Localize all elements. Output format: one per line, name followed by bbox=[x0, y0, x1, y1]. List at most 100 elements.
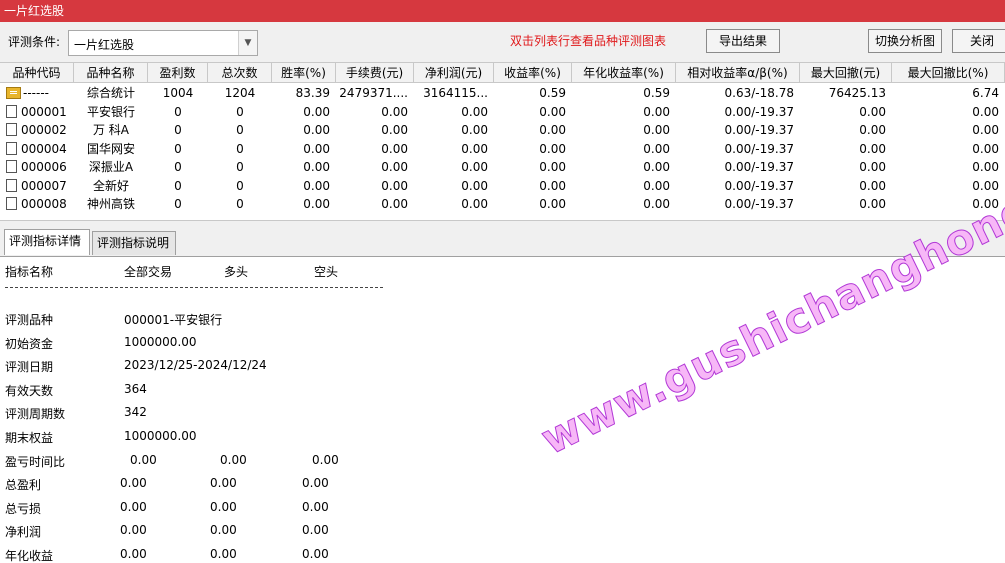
detail-label: 评测周期数 bbox=[5, 407, 66, 422]
cell-code-text: 000001 bbox=[21, 104, 67, 119]
header-col-relative-return[interactable]: 相对收益率α/β(%) bbox=[676, 63, 800, 83]
folder-icon bbox=[6, 87, 21, 99]
cell-netprofit: 3164115... bbox=[423, 86, 488, 100]
header-col-name[interactable]: 品种名称 bbox=[74, 63, 148, 83]
cell-name: 综合统计 bbox=[86, 86, 135, 100]
cell-max-drawdown: 0.00 bbox=[859, 141, 886, 156]
chevron-down-icon[interactable]: ▼ bbox=[238, 31, 257, 55]
cell-wins: 0 bbox=[174, 160, 182, 174]
cell-relative-return: 0.63/-18.78 bbox=[724, 86, 794, 100]
document-icon bbox=[6, 197, 17, 210]
cell-code: 000001 bbox=[0, 103, 74, 121]
cell-max-drawdown: 0.00 bbox=[859, 160, 886, 174]
condition-select-value: 一片红选股 bbox=[74, 38, 135, 52]
cell-winrate: 83.39 bbox=[295, 86, 330, 100]
detail-value: 0.00 bbox=[210, 547, 237, 561]
condition-select[interactable]: 一片红选股 ▼ bbox=[68, 30, 258, 56]
detail-label: 总亏损 bbox=[5, 501, 42, 516]
cell-max-drawdown-ratio: 0.00 bbox=[972, 141, 999, 156]
table-row[interactable]: 000001 平安银行 0 0 0.00 0.00 0.00 0.00 0.00 0.00/-19… bbox=[0, 103, 1005, 122]
cell-return: 0.00 bbox=[539, 197, 566, 211]
switch-chart-button[interactable]: 切换分析图 bbox=[868, 29, 942, 53]
cell-annual-return: 0.00 bbox=[643, 160, 670, 174]
detail-header-name: 指标名称 bbox=[5, 265, 54, 279]
cell-fee: 0.00 bbox=[381, 141, 408, 156]
table-row[interactable]: 000006 深振业A 0 0 0.00 0.00 0.00 0.00 0.00 0.00/-19… bbox=[0, 158, 1005, 177]
header-col-code[interactable]: 品种代码 bbox=[0, 63, 74, 83]
tab-metric-description[interactable]: 评测指标说明 bbox=[92, 231, 176, 255]
cell-max-drawdown-ratio: 0.00 bbox=[972, 197, 999, 211]
detail-label: 有效天数 bbox=[5, 383, 54, 398]
cell-fee: 0.00 bbox=[381, 197, 408, 211]
cell-name: 神州高铁 bbox=[86, 197, 135, 211]
cell-annual-return: 0.00 bbox=[643, 178, 670, 193]
cell-winrate: 0.00 bbox=[303, 197, 330, 211]
header-col-fee[interactable]: 手续费(元) bbox=[336, 63, 414, 83]
divider bbox=[5, 287, 383, 288]
cell-total: 0 bbox=[236, 178, 244, 193]
cell-name: 深振业A bbox=[88, 160, 134, 174]
cell-wins: 0 bbox=[174, 104, 182, 119]
table-row[interactable]: ------ 综合统计 1004 1204 83.39 2479371.... 316411… bbox=[0, 84, 1005, 103]
cell-netprofit: 0.00 bbox=[461, 178, 488, 193]
cell-code: 000007 bbox=[0, 177, 74, 195]
tab-bar: 评测指标详情 评测指标说明 bbox=[0, 220, 1005, 256]
cell-relative-return: 0.00/-19.37 bbox=[724, 178, 794, 193]
cell-code-text: 000007 bbox=[21, 178, 67, 193]
header-col-return[interactable]: 收益率(%) bbox=[494, 63, 572, 83]
cell-code: 000008 bbox=[0, 195, 74, 213]
cell-winrate: 0.00 bbox=[303, 104, 330, 119]
cell-max-drawdown: 76425.13 bbox=[828, 86, 886, 100]
cell-netprofit: 0.00 bbox=[461, 197, 488, 211]
detail-value: 0.00 bbox=[130, 452, 157, 467]
cell-relative-return: 0.00/-19.37 bbox=[724, 141, 794, 156]
cell-max-drawdown-ratio: 6.74 bbox=[972, 86, 999, 100]
detail-value: 1000000.00 bbox=[124, 334, 197, 349]
cell-fee: 2479371.... bbox=[339, 86, 408, 100]
header-col-wins[interactable]: 盈利数 bbox=[148, 63, 208, 83]
header-col-max-drawdown[interactable]: 最大回撤(元) bbox=[800, 63, 892, 83]
cell-return: 0.00 bbox=[539, 160, 566, 174]
detail-value: 0.00 bbox=[210, 476, 237, 491]
detail-value: 342 bbox=[124, 405, 147, 420]
header-col-annual-return[interactable]: 年化收益率(%) bbox=[572, 63, 676, 83]
cell-winrate: 0.00 bbox=[303, 160, 330, 174]
cell-relative-return: 0.00/-19.37 bbox=[724, 197, 794, 211]
cell-netprofit: 0.00 bbox=[461, 123, 488, 137]
cell-relative-return: 0.00/-19.37 bbox=[724, 104, 794, 119]
detail-value: 0.00 bbox=[210, 499, 237, 514]
close-button[interactable]: 关闭 bbox=[952, 29, 1005, 53]
header-col-winrate[interactable]: 胜率(%) bbox=[272, 63, 336, 83]
cell-fee: 0.00 bbox=[381, 123, 408, 137]
export-button[interactable]: 导出结果 bbox=[706, 29, 780, 53]
cell-name: 万 科A bbox=[92, 123, 130, 137]
table-row[interactable]: 000007 全新好 0 0 0.00 0.00 0.00 0.00 0.00 0.00/-19.… bbox=[0, 177, 1005, 196]
document-icon bbox=[6, 123, 17, 136]
cell-relative-return: 0.00/-19.37 bbox=[724, 123, 794, 137]
detail-label: 评测品种 bbox=[5, 313, 54, 327]
detail-header-all: 全部交易 bbox=[124, 265, 173, 279]
cell-total: 0 bbox=[236, 104, 244, 119]
detail-value: 0.00 bbox=[302, 523, 329, 538]
cell-code: 000002 bbox=[0, 121, 74, 139]
detail-label: 年化收益 bbox=[5, 549, 54, 563]
detail-value: 2023/12/25-2024/12/24 bbox=[124, 358, 267, 373]
hint-text: 双击列表行查看品种评测图表 bbox=[510, 34, 667, 48]
table-row[interactable]: 000002 万 科A 0 0 0.00 0.00 0.00 0.00 0.00 0.00/-19… bbox=[0, 121, 1005, 140]
table-row[interactable]: 000004 国华网安 0 0 0.00 0.00 0.00 0.00 0.00 0.00/-19… bbox=[0, 140, 1005, 159]
table-row[interactable]: 000008 神州高铁 0 0 0.00 0.00 0.00 0.00 0.00 0.00/-19… bbox=[0, 195, 1005, 214]
detail-value: 0.00 bbox=[120, 476, 147, 491]
detail-label: 盈亏时间比 bbox=[5, 454, 66, 469]
window-title: 一片红选股 bbox=[0, 0, 1005, 22]
cell-return: 0.00 bbox=[539, 104, 566, 119]
cell-wins: 0 bbox=[174, 123, 182, 137]
detail-value: 0.00 bbox=[120, 547, 147, 561]
cell-wins: 0 bbox=[174, 141, 182, 156]
cell-netprofit: 0.00 bbox=[461, 104, 488, 119]
header-col-total[interactable]: 总次数 bbox=[208, 63, 272, 83]
cell-name: 全新好 bbox=[92, 178, 129, 193]
header-col-netprofit[interactable]: 净利润(元) bbox=[414, 63, 494, 83]
cell-code-text: ------ bbox=[23, 86, 49, 100]
tab-metric-details[interactable]: 评测指标详情 bbox=[4, 229, 90, 255]
header-col-max-drawdown-ratio[interactable]: 最大回撤比(%) bbox=[892, 63, 1005, 83]
